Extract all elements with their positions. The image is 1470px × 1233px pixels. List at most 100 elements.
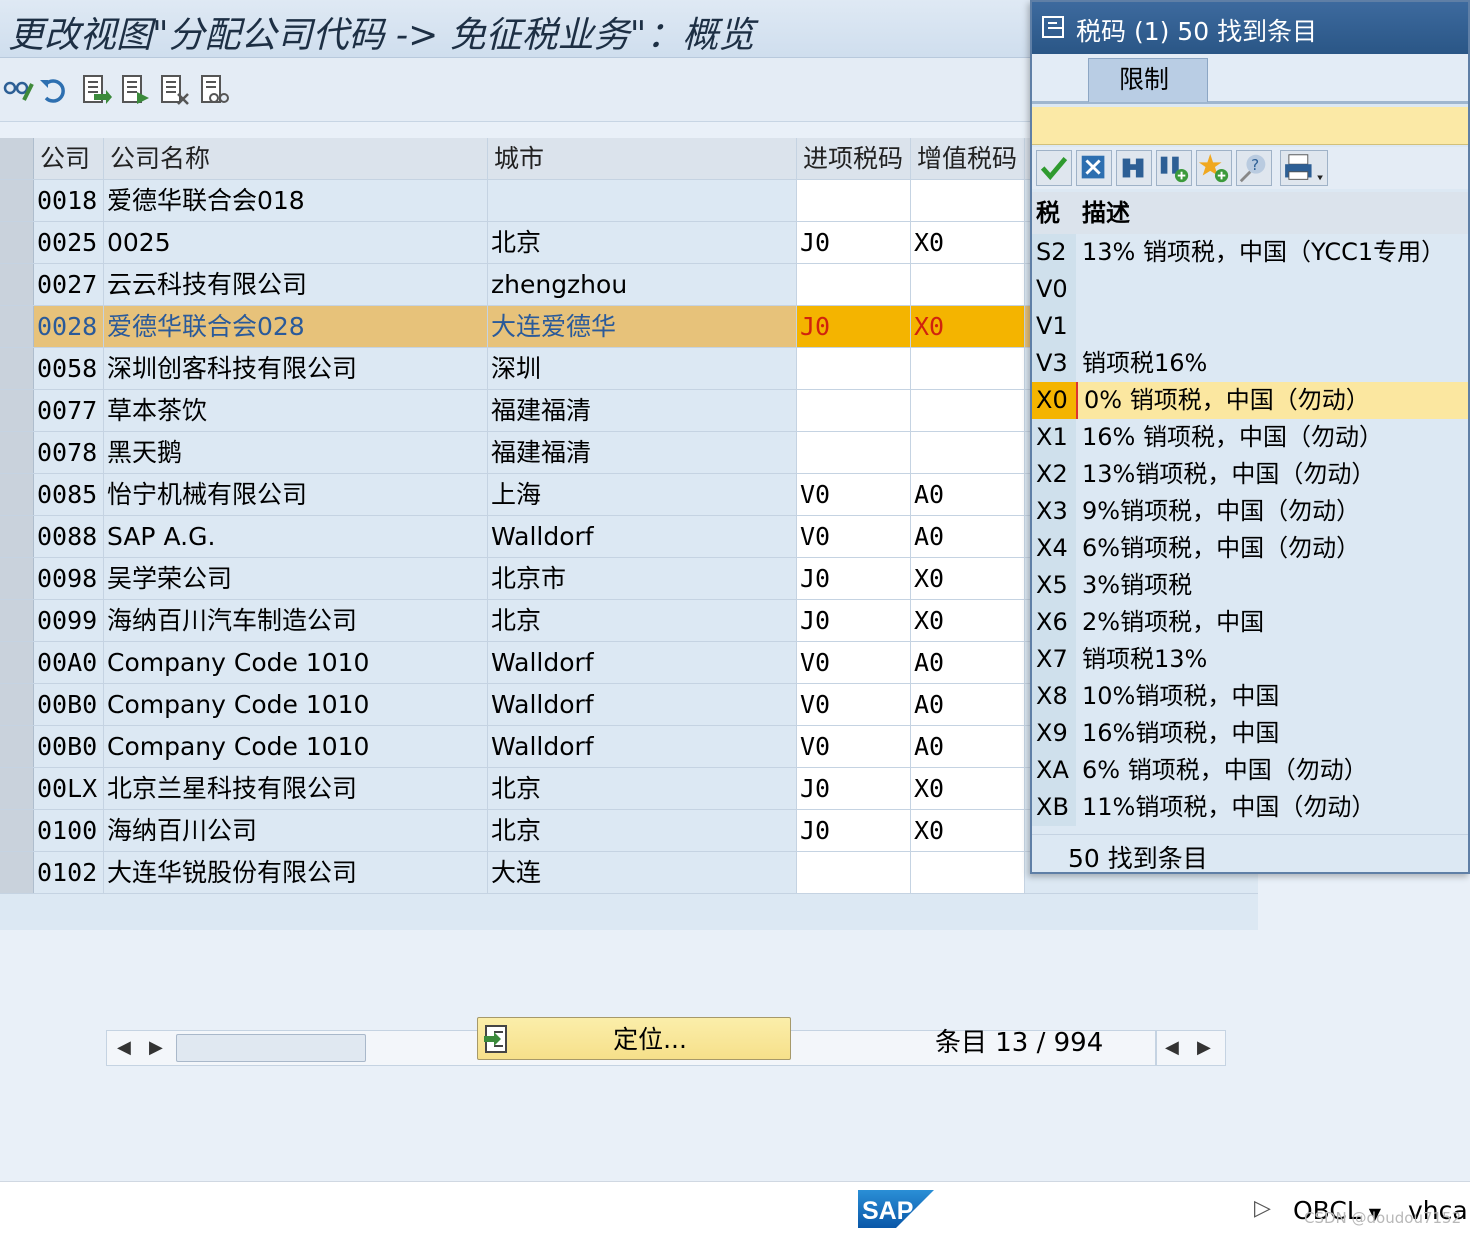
list-item[interactable]: XB 11%销项税，中国（勿动） <box>1032 789 1468 826</box>
tax-code-cell[interactable]: XA <box>1032 752 1076 789</box>
company-code-cell[interactable]: 0100 <box>34 810 104 851</box>
tax-code-cell[interactable]: XB <box>1032 789 1076 826</box>
company-code-cell[interactable]: 0085 <box>34 474 104 515</box>
vat-code-cell[interactable]: X0 <box>911 768 1025 809</box>
vat-code-cell[interactable] <box>911 432 1025 473</box>
company-code-cell[interactable]: 0018 <box>34 180 104 221</box>
list-item[interactable]: V3 销项税16% <box>1032 345 1468 382</box>
tax-code-cell[interactable]: V1 <box>1032 308 1076 345</box>
input-tax-code-cell[interactable]: V0 <box>797 684 911 725</box>
list-item[interactable]: V0 <box>1032 271 1468 308</box>
tax-description-cell[interactable]: 9%销项税，中国（勿动） <box>1076 493 1468 530</box>
city-cell[interactable] <box>488 180 797 221</box>
company-code-cell[interactable]: 00A0 <box>34 642 104 683</box>
row-selector[interactable] <box>0 810 34 851</box>
horizontal-scrollbar-right[interactable]: ◀ ▶ <box>1156 1030 1226 1066</box>
tax-code-cell[interactable]: X1 <box>1032 419 1076 456</box>
tax-description-cell[interactable]: 13% 销项税，中国（YCC1专用） <box>1076 234 1468 271</box>
row-selector[interactable] <box>0 390 34 431</box>
tax-code-cell[interactable]: X2 <box>1032 456 1076 493</box>
list-item[interactable]: X8 10%销项税，中国 <box>1032 678 1468 715</box>
input-tax-code-cell[interactable]: V0 <box>797 726 911 767</box>
city-cell[interactable]: Walldorf <box>488 726 797 767</box>
list-item[interactable]: XA 6% 销项税，中国（勿动） <box>1032 752 1468 789</box>
tax-code-cell[interactable]: X3 <box>1032 493 1076 530</box>
company-code-cell[interactable]: 0077 <box>34 390 104 431</box>
city-cell[interactable]: 北京市 <box>488 558 797 599</box>
company-name-cell[interactable]: 吴学荣公司 <box>104 558 488 599</box>
scroll-left-icon[interactable]: ◀ <box>1165 1037 1179 1058</box>
find-button[interactable] <box>1116 150 1152 186</box>
company-name-cell[interactable]: 0025 <box>104 222 488 263</box>
company-name-cell[interactable]: 海纳百川公司 <box>104 810 488 851</box>
company-code-cell[interactable]: 0028 <box>34 306 104 347</box>
tax-description-cell[interactable]: 13%销项税，中国（勿动） <box>1076 456 1468 493</box>
list-item[interactable]: X5 3%销项税 <box>1032 567 1468 604</box>
locate-button[interactable]: 定位... <box>477 1017 791 1060</box>
tax-code-cell[interactable]: X0 <box>1032 382 1076 419</box>
input-tax-code-cell[interactable]: V0 <box>797 642 911 683</box>
city-cell[interactable]: Walldorf <box>488 642 797 683</box>
vat-code-cell[interactable]: A0 <box>911 474 1025 515</box>
tax-code-cell[interactable]: X9 <box>1032 715 1076 752</box>
vat-code-cell[interactable] <box>911 390 1025 431</box>
company-name-cell[interactable]: 爱德华联合会028 <box>104 306 488 347</box>
input-tax-code-cell[interactable] <box>797 390 911 431</box>
company-name-cell[interactable]: 深圳创客科技有限公司 <box>104 348 488 389</box>
company-code-cell[interactable]: 0098 <box>34 558 104 599</box>
tax-code-cell[interactable]: X6 <box>1032 604 1076 641</box>
row-selector[interactable] <box>0 264 34 305</box>
scroll-right-icon[interactable]: ▶ <box>1197 1037 1211 1058</box>
city-cell[interactable]: 深圳 <box>488 348 797 389</box>
input-tax-code-cell[interactable]: V0 <box>797 516 911 557</box>
company-code-cell[interactable]: 00B0 <box>34 726 104 767</box>
add-favorite-button[interactable] <box>1196 150 1232 186</box>
company-code-cell[interactable]: 0102 <box>34 852 104 893</box>
city-cell[interactable]: zhengzhou <box>488 264 797 305</box>
company-name-cell[interactable]: 大连华锐股份有限公司 <box>104 852 488 893</box>
company-name-cell[interactable]: Company Code 1010 <box>104 726 488 767</box>
city-cell[interactable]: 福建福清 <box>488 432 797 473</box>
tax-code-cell[interactable]: X8 <box>1032 678 1076 715</box>
city-cell[interactable]: 大连 <box>488 852 797 893</box>
tax-description-cell[interactable]: 2%销项税，中国 <box>1076 604 1468 641</box>
tax-code-cell[interactable]: X4 <box>1032 530 1076 567</box>
vat-code-cell[interactable]: A0 <box>911 684 1025 725</box>
city-cell[interactable]: Walldorf <box>488 684 797 725</box>
save-variant-icon[interactable] <box>198 74 230 106</box>
row-selector[interactable] <box>0 222 34 263</box>
find-next-button[interactable] <box>1156 150 1192 186</box>
vat-code-cell[interactable]: X0 <box>911 306 1025 347</box>
column-header-vat[interactable]: 增值税码 <box>911 138 1025 179</box>
undo-icon[interactable] <box>38 74 70 106</box>
input-tax-code-cell[interactable]: J0 <box>797 558 911 599</box>
column-header-description[interactable]: 描述 <box>1076 192 1468 234</box>
popup-title-bar[interactable]: 税码 (1) 50 找到条目 <box>1032 2 1468 54</box>
company-name-cell[interactable]: 怡宁机械有限公司 <box>104 474 488 515</box>
column-header-tax[interactable]: 税 <box>1032 192 1076 234</box>
list-item[interactable]: X9 16%销项税，中国 <box>1032 715 1468 752</box>
column-header-company[interactable]: 公司 <box>34 138 104 179</box>
list-item[interactable]: X0 0% 销项税，中国（勿动） <box>1032 382 1468 419</box>
company-code-cell[interactable]: 0078 <box>34 432 104 473</box>
vat-code-cell[interactable]: X0 <box>911 222 1025 263</box>
list-item[interactable]: X1 16% 销项税，中国（勿动） <box>1032 419 1468 456</box>
cancel-button[interactable] <box>1076 150 1112 186</box>
input-tax-code-cell[interactable]: J0 <box>797 306 911 347</box>
city-cell[interactable]: 北京 <box>488 222 797 263</box>
city-cell[interactable]: 北京 <box>488 768 797 809</box>
help-button[interactable]: ? <box>1236 150 1272 186</box>
row-selector[interactable] <box>0 600 34 641</box>
input-tax-code-cell[interactable] <box>797 180 911 221</box>
scroll-right-icon[interactable]: ▶ <box>149 1037 163 1058</box>
row-selector[interactable] <box>0 684 34 725</box>
city-cell[interactable]: Walldorf <box>488 516 797 557</box>
list-item[interactable]: X2 13%销项税，中国（勿动） <box>1032 456 1468 493</box>
column-header-city[interactable]: 城市 <box>488 138 797 179</box>
company-name-cell[interactable]: 草本茶饮 <box>104 390 488 431</box>
tax-description-cell[interactable]: 10%销项税，中国 <box>1076 678 1468 715</box>
input-tax-code-cell[interactable] <box>797 432 911 473</box>
tax-description-cell[interactable]: 16%销项税，中国 <box>1076 715 1468 752</box>
input-tax-code-cell[interactable] <box>797 264 911 305</box>
city-cell[interactable]: 福建福清 <box>488 390 797 431</box>
